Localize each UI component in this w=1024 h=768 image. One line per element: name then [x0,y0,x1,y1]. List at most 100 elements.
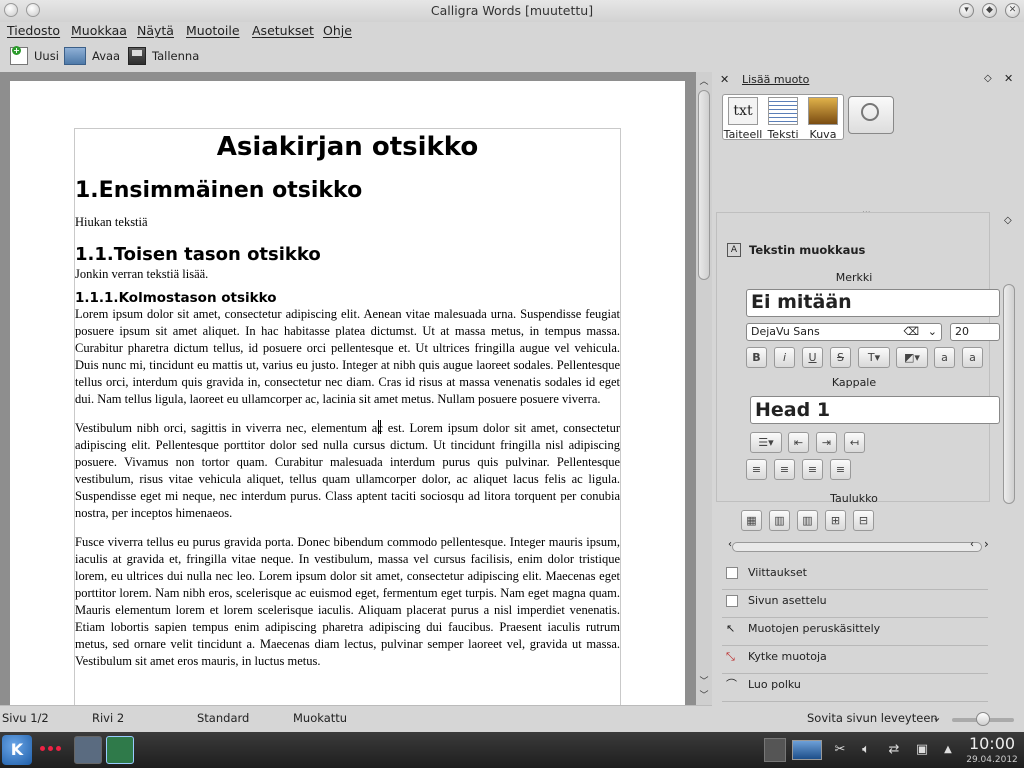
open-button[interactable]: Avaa [64,45,120,67]
menu-help[interactable]: Ohje [323,23,352,38]
paragraph-5: Fusce viverra tellus eu purus gravida po… [75,535,620,668]
menu-file[interactable]: Tiedosto [7,23,60,38]
decrease-indent-icon[interactable]: ⇤ [788,432,809,453]
menu-format[interactable]: Muotoile [186,23,240,38]
strikethrough-icon[interactable]: S [830,347,851,368]
align-right-icon[interactable]: ≡ [802,459,823,480]
zoom-selector[interactable]: Sovita sivun leveyteen [807,711,938,725]
document-vertical-scrollbar[interactable]: ︿ ﹀ ﹀ [696,72,712,705]
font-dropdown-icon[interactable]: ⌄ [928,324,937,340]
dock-close-icon[interactable]: ✕ [1004,72,1013,85]
highlight-color-icon[interactable]: ◩▾ [896,347,928,368]
connect-shapes-label: Kytke muotoja [748,650,827,663]
paragraph-4: Vestibulum nibh orci, sagittis in viverr… [75,421,620,520]
table-tools: ▦ ▥ ▥ ⊞ ⊟ [741,510,874,531]
shape-image-label: Kuva [809,128,837,141]
more-shapes-button[interactable] [848,96,894,134]
superscript-icon[interactable]: a [934,347,955,368]
bold-icon[interactable]: B [746,347,767,368]
scroll-down-icon-2[interactable]: ﹀ [698,688,710,701]
open-folder-icon [64,47,86,65]
dock-item-references[interactable]: Viittaukset [722,564,988,590]
dock-item-connect-shapes[interactable]: ⤡ Kytke muotoja [722,648,988,674]
add-shape-title: Lisää muoto [742,73,810,86]
page-indicator: Sivu 1/2 [2,711,49,725]
activities-icon[interactable] [40,746,61,751]
text-tool-icon: A [727,243,741,257]
scroll-up-icon[interactable]: ︿ [698,74,710,87]
menu-view[interactable]: Näytä [137,23,174,38]
clear-font-icon[interactable]: ⌫ [903,324,919,340]
tray-expand-icon[interactable]: ▲ [940,742,956,758]
outdent-list-icon[interactable]: ↤ [844,432,865,453]
align-left-icon[interactable]: ≡ [746,459,767,480]
para-section-label: Kappale [831,376,877,389]
zoom-slider-knob[interactable] [976,712,990,726]
zoom-slider[interactable] [952,712,1014,726]
dock-scroll-right-icon-2[interactable]: › [984,537,989,551]
dock-collapse-icon[interactable]: ✕ [720,73,729,86]
align-justify-icon[interactable]: ≡ [830,459,851,480]
close-icon[interactable]: ✕ [1005,3,1020,18]
kde-menu-icon[interactable]: K [2,735,32,765]
open-button-label: Avaa [92,49,121,63]
dock-vertical-scrollbar[interactable] [1002,270,1016,520]
pager-icon[interactable] [764,738,786,762]
italic-icon[interactable]: i [774,347,795,368]
font-family-combo[interactable]: DejaVu Sans ⌫ ⌄ [746,323,942,341]
new-document-icon: + [10,46,28,65]
dock-horizontal-scrollbar[interactable] [732,542,982,552]
char-section-label: Merkki [835,271,873,284]
shape-text[interactable]: Teksti [763,97,803,141]
subscript-icon[interactable]: a [962,347,983,368]
volume-icon[interactable]: 🔈︎ [858,742,874,758]
shape-text-label: Teksti [767,128,799,141]
menu-settings[interactable]: Asetukset [252,23,314,38]
zoom-dropdown-icon[interactable]: ⌄ [932,710,942,724]
dock-item-shape-handling[interactable]: ↖ Muotojen peruskäsittely [722,620,988,646]
delete-row-icon[interactable]: ⊟ [853,510,874,531]
dock-float-icon[interactable]: ◇ [984,73,992,84]
task-file-manager-icon[interactable] [74,736,102,764]
klipper-icon[interactable]: ✂ [832,742,848,758]
paragraph-style-selector[interactable]: Head 1 [750,396,1000,424]
scrollbar-thumb[interactable] [698,90,710,280]
save-button-label: Tallenna [152,49,200,63]
dock-scrollbar-thumb[interactable] [1003,284,1015,504]
show-desktop-icon[interactable] [792,740,822,760]
status-bar: Sivu 1/2 Rivi 2 Standard Muokattu Sovita… [0,706,1024,732]
minimize-icon[interactable]: ▾ [959,3,974,18]
shape-image[interactable]: Kuva [803,97,843,141]
tool-options-float-icon[interactable]: ◇ [1004,215,1012,226]
scroll-down-icon[interactable]: ﹀ [698,674,710,687]
underline-icon[interactable]: U [802,347,823,368]
char-style-selector[interactable]: Ei mitään [746,289,1000,317]
align-center-icon[interactable]: ≡ [774,459,795,480]
dock-scroll-right-icon[interactable]: ‹ [970,539,974,550]
increase-indent-icon[interactable]: ⇥ [816,432,837,453]
font-size-field[interactable]: 20 [950,323,1000,341]
menu-edit[interactable]: Muokkaa [71,23,127,38]
split-cells-icon[interactable]: ⊞ [825,510,846,531]
document-content[interactable]: Asiakirjan otsikko 1.Ensimmäinen otsikko… [75,128,620,670]
pointer-icon: ↖ [726,622,736,635]
insert-table-icon[interactable]: ▦ [741,510,762,531]
shape-artistic-text[interactable]: txt Taiteell [723,97,763,141]
text-color-icon[interactable]: T▾ [858,347,890,368]
new-button[interactable]: + Uusi [10,45,59,67]
taskbar: K ✂ 🔈︎ ⇄ ▣ ▲ 10:00 29.04.2012 [0,732,1024,768]
insert-column-after-icon[interactable]: ▥ [797,510,818,531]
dock-item-create-path[interactable]: ⌒ Luo polku [722,676,988,702]
task-calligra-words-icon[interactable] [106,736,134,764]
dock-item-page-layout[interactable]: Sivun asettelu [722,592,988,618]
save-button[interactable]: Tallenna [128,45,199,67]
text-shape-icon [768,97,798,125]
heading-1: 1.Ensimmäinen otsikko [75,178,363,203]
insert-column-icon[interactable]: ▥ [769,510,790,531]
list-style-icon[interactable]: ☰▾ [750,432,782,453]
network-icon[interactable]: ⇄ [886,742,902,758]
maximize-icon[interactable]: ◆ [982,3,997,18]
device-notifier-icon[interactable]: ▣ [914,742,930,758]
page-style-indicator: Standard [197,711,250,725]
clock[interactable]: 10:00 29.04.2012 [960,734,1024,766]
